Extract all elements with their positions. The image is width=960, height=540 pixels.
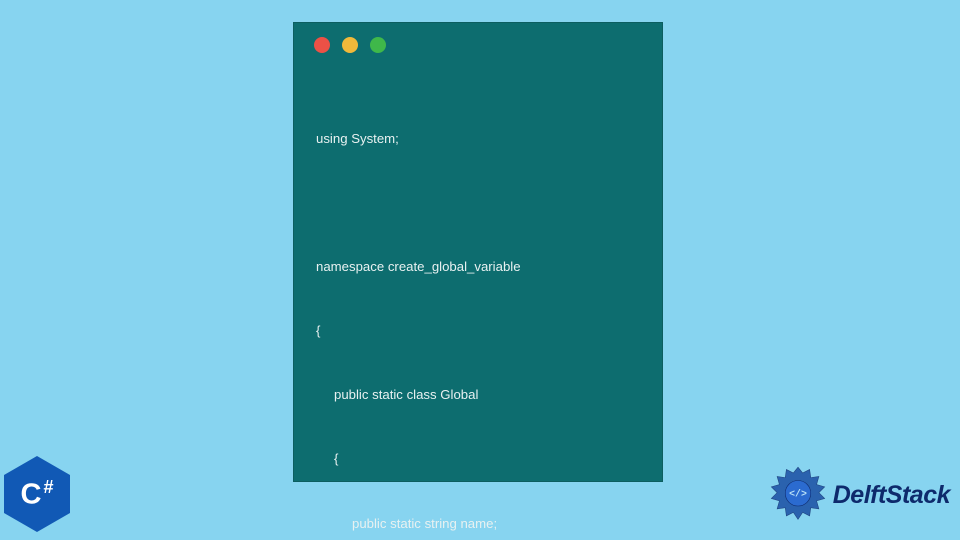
minimize-icon[interactable] xyxy=(342,37,358,53)
code-area: using System; namespace create_global_va… xyxy=(294,67,662,540)
delftstack-brand: </> DelftStack xyxy=(769,466,950,524)
window-titlebar xyxy=(294,23,662,67)
csharp-logo: C# xyxy=(2,456,72,534)
code-line: namespace create_global_variable xyxy=(316,256,640,277)
csharp-hexagon-icon: C# xyxy=(4,456,70,532)
code-line: public static class Global xyxy=(316,384,640,405)
code-line: { xyxy=(316,448,640,469)
delftstack-gear-icon: </> xyxy=(769,466,827,524)
code-window: using System; namespace create_global_va… xyxy=(293,22,663,482)
delftstack-label: DelftStack xyxy=(833,481,950,510)
code-line: public static string name; xyxy=(316,513,640,534)
code-line: { xyxy=(316,320,640,341)
code-line xyxy=(316,192,640,213)
svg-text:</>: </> xyxy=(789,489,807,500)
csharp-label: C# xyxy=(21,477,54,512)
close-icon[interactable] xyxy=(314,37,330,53)
maximize-icon[interactable] xyxy=(370,37,386,53)
code-line: using System; xyxy=(316,128,640,149)
